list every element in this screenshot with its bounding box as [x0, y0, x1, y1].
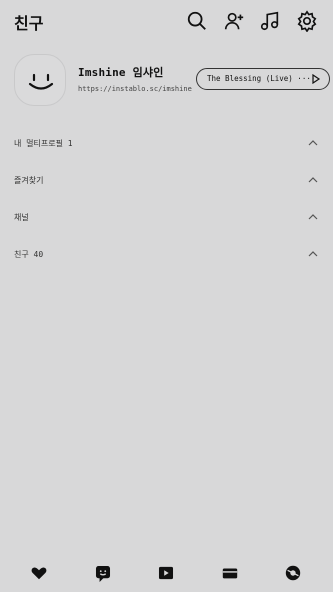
section-label: 채널 [14, 213, 29, 222]
section-label: 친구 40 [14, 250, 44, 259]
music-icon[interactable] [259, 10, 281, 32]
chevron-up-icon [308, 177, 318, 183]
profile-music-title: The Blessing (Live) ···· [207, 74, 316, 83]
chats-tab-icon[interactable] [94, 564, 112, 582]
page-title: 친구 [14, 14, 44, 33]
avatar[interactable] [14, 54, 66, 106]
chevron-up-icon [308, 214, 318, 220]
more-tab-icon[interactable] [284, 564, 302, 582]
friends-tab-icon[interactable] [30, 564, 48, 582]
view-tab-icon[interactable] [157, 564, 175, 582]
profile-status-url[interactable]: https://instablo.sc/imshine [78, 85, 192, 93]
my-profile[interactable]: Imshine 임샤인 https://instablo.sc/imshine … [12, 52, 330, 108]
section-friends[interactable]: 친구 40 [0, 243, 333, 269]
shopping-tab-icon[interactable] [221, 564, 239, 582]
play-icon [312, 74, 321, 84]
bottom-tab-bar [0, 558, 333, 592]
app-header: 친구 [0, 0, 333, 44]
section-multi-profile[interactable]: 내 멀티프로필 1 [0, 132, 333, 158]
profile-music-button[interactable]: The Blessing (Live) ···· [196, 68, 330, 90]
settings-icon[interactable] [296, 10, 318, 32]
chevron-up-icon [308, 251, 318, 257]
chevron-up-icon [308, 140, 318, 146]
section-channels[interactable]: 채널 [0, 206, 333, 232]
section-label: 내 멀티프로필 1 [14, 139, 73, 148]
section-label: 즐겨찾기 [14, 176, 44, 185]
section-favorites[interactable]: 즐겨찾기 [0, 169, 333, 195]
profile-name: Imshine 임샤인 [78, 66, 164, 79]
search-icon[interactable] [186, 10, 208, 32]
add-friend-icon[interactable] [223, 10, 245, 32]
